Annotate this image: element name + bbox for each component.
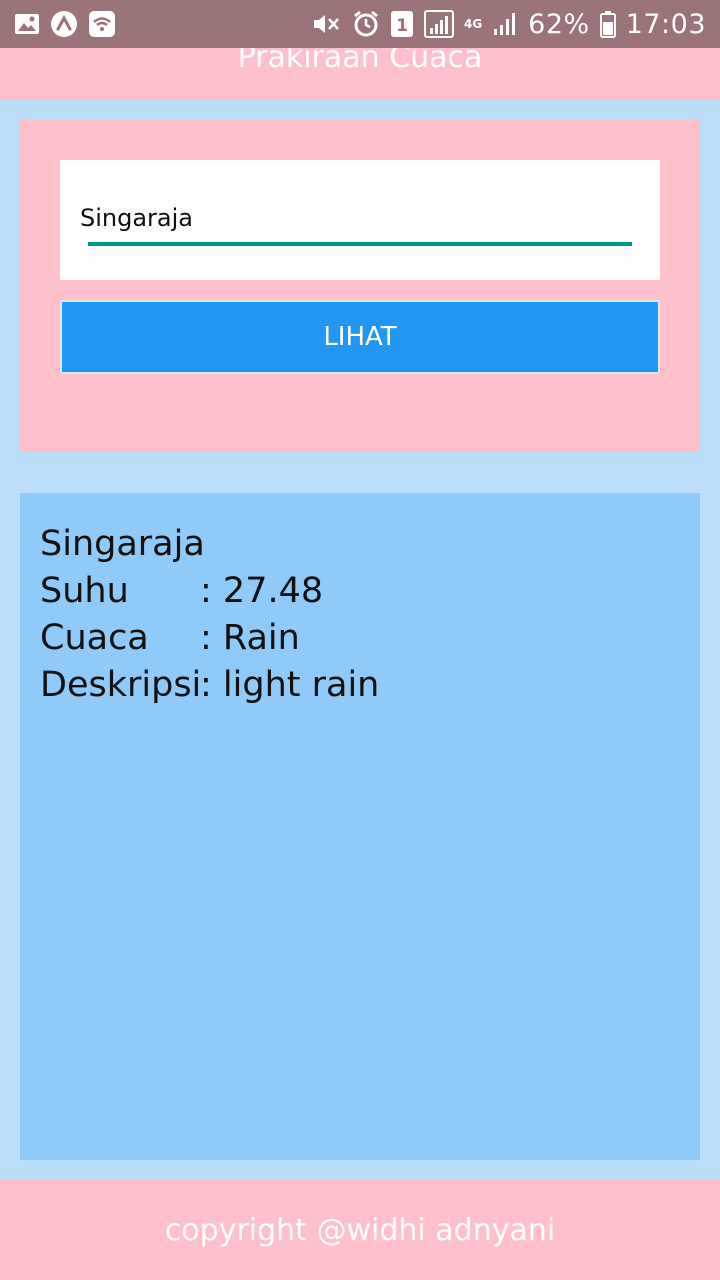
result-row-deskripsi: Deskripsi: light rain xyxy=(40,662,379,709)
result-city: Singaraja xyxy=(40,521,379,568)
cuaca-value: Rain xyxy=(222,618,300,658)
status-bar-left xyxy=(14,10,116,38)
deskripsi-value: light rain xyxy=(222,665,380,705)
content-area: LIHAT Singaraja Suhu: 27.48 Cuaca: Rain … xyxy=(0,100,720,1180)
search-form-card: LIHAT xyxy=(20,120,700,452)
battery-icon xyxy=(599,10,616,38)
gallery-icon xyxy=(14,12,40,36)
weather-result-card: Singaraja Suhu: 27.48 Cuaca: Rain Deskri… xyxy=(20,493,700,1160)
deskripsi-label: Deskripsi xyxy=(40,665,202,705)
alarm-icon xyxy=(352,10,380,38)
notification-count: 1 xyxy=(396,16,408,36)
city-input[interactable] xyxy=(80,204,640,232)
wifi-icon xyxy=(88,10,116,38)
status-bar-right: 1 4G 62% 17:03 xyxy=(312,9,706,40)
clock: 17:03 xyxy=(625,8,706,40)
city-input-container xyxy=(60,160,660,280)
battery-percent: 62% xyxy=(528,8,590,40)
deskripsi-separator: : xyxy=(200,665,223,705)
sim-icon: 1 xyxy=(390,10,414,38)
copyright-text: copyright @widhi adnyani xyxy=(164,1212,556,1248)
suhu-value: 27.48 xyxy=(222,571,324,611)
app-icon xyxy=(50,10,78,38)
status-bar: 1 4G 62% 17:03 xyxy=(0,0,720,48)
result-row-cuaca: Cuaca: Rain xyxy=(40,615,379,662)
weather-result-text: Singaraja Suhu: 27.48 Cuaca: Rain Deskri… xyxy=(40,521,379,709)
result-city-text: Singaraja xyxy=(40,524,205,564)
signal-icon xyxy=(423,10,454,38)
suhu-separator: : xyxy=(200,571,223,611)
network-type: 4G xyxy=(463,17,483,31)
app-bar: Prakiraan Cuaca xyxy=(0,48,720,100)
suhu-label: Suhu xyxy=(40,571,129,611)
lihat-button[interactable]: LIHAT xyxy=(60,300,660,374)
input-underline xyxy=(88,242,632,246)
cuaca-label: Cuaca xyxy=(40,618,149,658)
footer: copyright @widhi adnyani xyxy=(0,1180,720,1280)
mute-icon xyxy=(312,11,342,37)
app-title: Prakiraan Cuaca xyxy=(237,48,483,75)
cuaca-separator: : xyxy=(200,618,223,658)
cell-signal-icon xyxy=(492,11,518,37)
result-row-suhu: Suhu: 27.48 xyxy=(40,568,379,615)
